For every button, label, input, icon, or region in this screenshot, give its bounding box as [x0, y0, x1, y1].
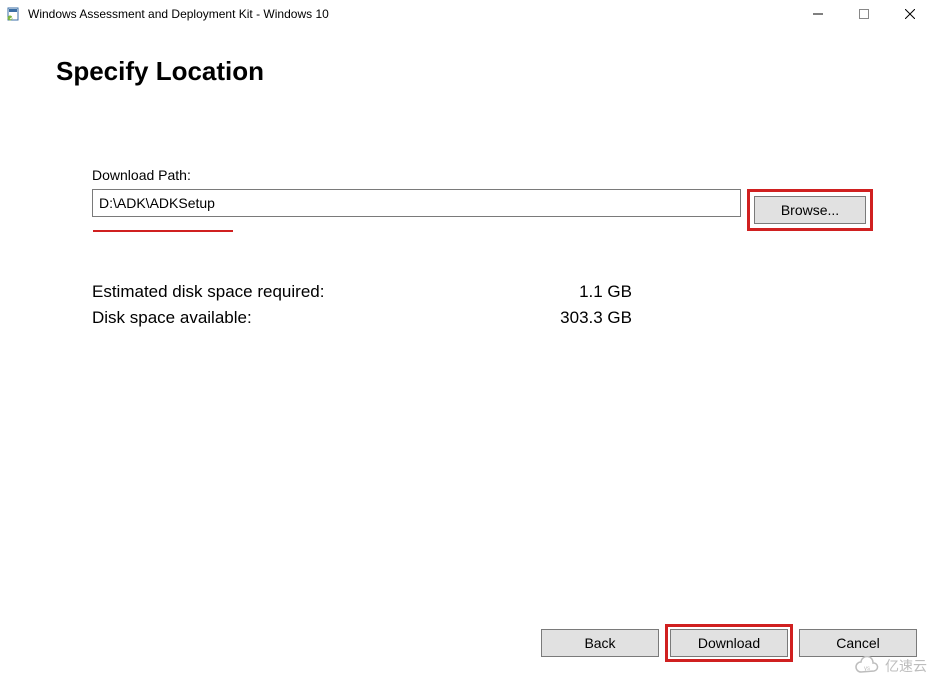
window-controls: [795, 0, 933, 28]
cancel-button[interactable]: Cancel: [799, 629, 917, 657]
estimated-space-label: Estimated disk space required:: [92, 279, 532, 305]
estimated-space-value: 1.1 GB: [532, 279, 632, 305]
close-button[interactable]: [887, 0, 933, 28]
download-path-input[interactable]: [92, 189, 741, 217]
svg-text:ys: ys: [864, 666, 870, 672]
highlight-box: Browse...: [747, 189, 873, 231]
back-button[interactable]: Back: [541, 629, 659, 657]
download-button[interactable]: Download: [670, 629, 788, 657]
installer-icon: [6, 6, 22, 22]
titlebar: Windows Assessment and Deployment Kit - …: [0, 0, 933, 28]
browse-button[interactable]: Browse...: [754, 196, 866, 224]
maximize-button[interactable]: [841, 0, 887, 28]
highlight-box: Download: [665, 624, 793, 662]
minimize-button[interactable]: [795, 0, 841, 28]
available-space-value: 303.3 GB: [532, 305, 632, 331]
available-space-label: Disk space available:: [92, 305, 532, 331]
wizard-footer: Back Download Cancel: [541, 624, 917, 662]
download-path-label: Download Path:: [92, 167, 873, 183]
page-title: Specify Location: [56, 56, 877, 87]
highlight-underline: [93, 230, 233, 232]
window-title: Windows Assessment and Deployment Kit - …: [28, 7, 329, 21]
